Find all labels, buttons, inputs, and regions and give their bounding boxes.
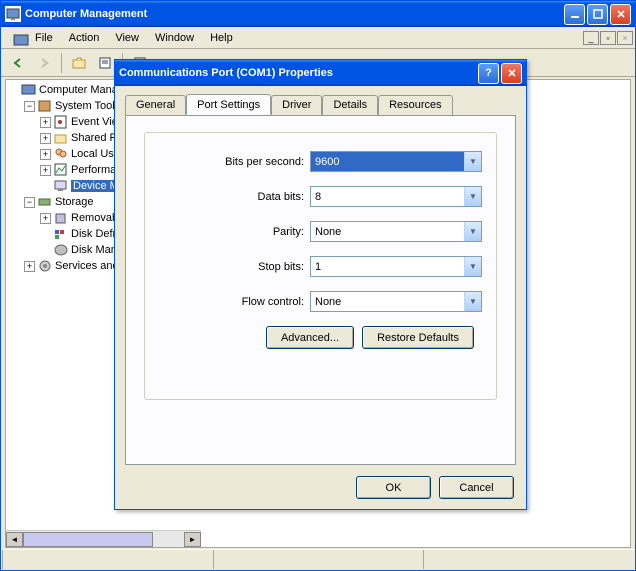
dialog-title: Communications Port (COM1) Properties bbox=[119, 67, 333, 79]
window-title: Computer Management bbox=[25, 8, 147, 20]
menubar: File Action View Window Help _ ▫ × bbox=[1, 27, 635, 49]
menu-file[interactable]: File bbox=[27, 30, 61, 46]
removable-icon bbox=[53, 210, 69, 226]
expand-icon[interactable]: + bbox=[40, 213, 51, 224]
defrag-icon bbox=[53, 226, 69, 242]
menu-action[interactable]: Action bbox=[61, 30, 108, 46]
event-icon bbox=[53, 114, 69, 130]
combo-databits[interactable]: 8▼ bbox=[310, 186, 482, 207]
expand-icon[interactable]: + bbox=[24, 261, 35, 272]
computer-icon bbox=[21, 82, 37, 98]
ok-button[interactable]: OK bbox=[356, 476, 431, 499]
restore-defaults-button[interactable]: Restore Defaults bbox=[362, 326, 474, 349]
menu-help[interactable]: Help bbox=[202, 30, 241, 46]
collapse-icon[interactable]: − bbox=[24, 101, 35, 112]
maximize-button[interactable] bbox=[587, 4, 608, 25]
menu-view[interactable]: View bbox=[107, 30, 147, 46]
port-settings-group: Bits per second: 9600▼ Data bits: 8▼ Par… bbox=[144, 132, 497, 400]
properties-dialog: Communications Port (COM1) Properties ? … bbox=[114, 59, 527, 510]
tools-icon bbox=[37, 98, 53, 114]
forward-button[interactable] bbox=[33, 52, 55, 74]
mdi-restore-button[interactable]: ▫ bbox=[600, 31, 616, 45]
mdi-close-button[interactable]: × bbox=[617, 31, 633, 45]
tab-general[interactable]: General bbox=[125, 95, 186, 116]
help-button[interactable]: ? bbox=[478, 63, 499, 84]
users-icon bbox=[53, 146, 69, 162]
tab-resources[interactable]: Resources bbox=[378, 95, 453, 116]
chevron-down-icon[interactable]: ▼ bbox=[464, 152, 481, 171]
combo-stopbits[interactable]: 1▼ bbox=[310, 256, 482, 277]
menu-window[interactable]: Window bbox=[147, 30, 202, 46]
label-stopbits: Stop bits: bbox=[159, 261, 304, 273]
collapse-icon[interactable]: − bbox=[24, 197, 35, 208]
storage-icon bbox=[37, 194, 53, 210]
tab-body: Bits per second: 9600▼ Data bits: 8▼ Par… bbox=[125, 115, 516, 465]
expand-icon[interactable]: + bbox=[40, 149, 51, 160]
mdi-minimize-button[interactable]: _ bbox=[583, 31, 599, 45]
combo-flow[interactable]: None▼ bbox=[310, 291, 482, 312]
tab-port-settings[interactable]: Port Settings bbox=[186, 94, 271, 115]
expand-icon[interactable]: + bbox=[40, 133, 51, 144]
shared-icon bbox=[53, 130, 69, 146]
label-flow: Flow control: bbox=[159, 296, 304, 308]
tabstrip: General Port Settings Driver Details Res… bbox=[125, 94, 516, 115]
tab-driver[interactable]: Driver bbox=[271, 95, 322, 116]
scroll-left-button[interactable]: ◄ bbox=[6, 532, 23, 547]
device-icon bbox=[53, 178, 69, 194]
cancel-button[interactable]: Cancel bbox=[439, 476, 514, 499]
tab-details[interactable]: Details bbox=[322, 95, 378, 116]
combo-parity[interactable]: None▼ bbox=[310, 221, 482, 242]
scroll-right-button[interactable]: ► bbox=[184, 532, 201, 547]
back-button[interactable] bbox=[7, 52, 29, 74]
expand-icon[interactable]: + bbox=[40, 117, 51, 128]
tree-hscrollbar[interactable]: ◄ ► bbox=[6, 530, 201, 547]
perf-icon bbox=[53, 162, 69, 178]
combo-bps[interactable]: 9600▼ bbox=[310, 151, 482, 172]
chevron-down-icon[interactable]: ▼ bbox=[464, 222, 481, 241]
minimize-button[interactable] bbox=[564, 4, 585, 25]
expand-icon[interactable]: + bbox=[40, 165, 51, 176]
up-button[interactable] bbox=[68, 52, 90, 74]
properties-button[interactable] bbox=[94, 52, 116, 74]
advanced-button[interactable]: Advanced... bbox=[266, 326, 354, 349]
label-databits: Data bits: bbox=[159, 191, 304, 203]
scroll-thumb[interactable] bbox=[23, 532, 153, 547]
mdi-app-icon bbox=[5, 30, 21, 46]
chevron-down-icon[interactable]: ▼ bbox=[464, 187, 481, 206]
dialog-close-button[interactable] bbox=[501, 63, 522, 84]
app-icon bbox=[5, 6, 21, 22]
close-button[interactable] bbox=[610, 4, 631, 25]
services-icon bbox=[37, 258, 53, 274]
disk-icon bbox=[53, 242, 69, 258]
chevron-down-icon[interactable]: ▼ bbox=[464, 292, 481, 311]
chevron-down-icon[interactable]: ▼ bbox=[464, 257, 481, 276]
main-titlebar: Computer Management bbox=[1, 1, 635, 27]
main-window: Computer Management File Action View Win… bbox=[0, 0, 636, 571]
dialog-titlebar: Communications Port (COM1) Properties ? bbox=[115, 60, 526, 86]
label-bps: Bits per second: bbox=[159, 156, 304, 168]
statusbar bbox=[2, 549, 634, 569]
label-parity: Parity: bbox=[159, 226, 304, 238]
